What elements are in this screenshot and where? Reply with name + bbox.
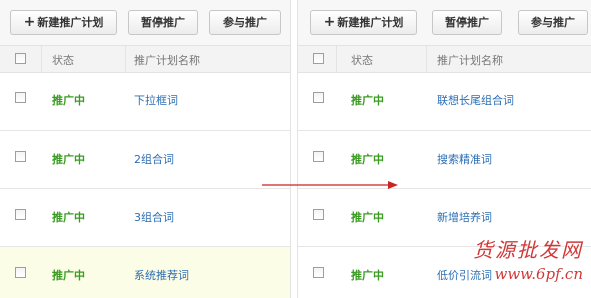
join-label: 参与推广 [531,16,575,29]
plan-name-link[interactable]: 搜索精准词 [437,151,492,167]
column-divider [336,46,337,72]
new-plan-label: 新建推广计划 [337,16,404,29]
plan-name-link[interactable]: 下拉框词 [134,92,178,108]
join-label: 参与推广 [223,16,267,29]
status-header: 状态 [351,54,373,67]
row-checkbox[interactable] [15,209,26,220]
new-plan-label: 新建推广计划 [37,16,104,29]
status-badge: 推广中 [52,269,85,282]
plan-name-header: 推广计划名称 [134,54,200,67]
row-checkbox[interactable] [313,209,324,220]
watermark: 货源批发网 www.6pf.cn [473,238,583,284]
table-row: 推广中 系统推荐词 [0,247,290,298]
plus-icon: + [23,14,36,30]
table-header: 状态 推广计划名称 [0,45,290,73]
plan-name-header: 推广计划名称 [437,54,503,67]
toolbar: + 新建推广计划 暂停推广 参与推广 [0,0,290,45]
pause-button[interactable]: 暂停推广 [128,10,198,35]
status-badge: 推广中 [52,94,85,107]
select-all-checkbox[interactable] [313,53,324,64]
status-badge: 推广中 [351,153,384,166]
table-row: 推广中 联想长尾组合词 [298,73,591,131]
status-header: 状态 [52,54,74,67]
status-badge: 推广中 [351,94,384,107]
watermark-url: www.6pf.cn [494,265,584,283]
row-checkbox[interactable] [313,92,324,103]
watermark-title: 货源批发网 [473,238,583,262]
plan-name-link[interactable]: 2组合词 [134,151,174,167]
row-checkbox[interactable] [313,151,324,162]
plan-name-link[interactable]: 3组合词 [134,209,174,225]
table-row: 推广中 下拉框词 [0,73,290,131]
join-button[interactable]: 参与推广 [518,10,588,35]
status-badge: 推广中 [52,153,85,166]
row-checkbox[interactable] [15,92,26,103]
right-arrow-icon [262,181,398,189]
row-checkbox[interactable] [15,267,26,278]
left-plan-panel: + 新建推广计划 暂停推广 参与推广 状态 推广计划名称 推广中 下拉框词 推广中… [0,0,291,298]
status-badge: 推广中 [52,211,85,224]
pause-label: 暂停推广 [141,16,185,29]
plan-name-link[interactable]: 联想长尾组合词 [437,92,514,108]
toolbar: + 新建推广计划 暂停推广 参与推广 [298,0,591,45]
column-divider [125,46,126,72]
pause-label: 暂停推广 [445,16,489,29]
join-button[interactable]: 参与推广 [209,10,281,35]
status-badge: 推广中 [351,269,384,282]
plan-name-link[interactable]: 新增培养词 [437,209,492,225]
plus-icon: + [323,14,336,30]
row-checkbox[interactable] [313,267,324,278]
select-all-checkbox[interactable] [15,53,26,64]
row-checkbox[interactable] [15,151,26,162]
table-row: 推广中 3组合词 [0,189,290,247]
pause-button[interactable]: 暂停推广 [432,10,502,35]
column-divider [426,46,427,72]
plan-name-link[interactable]: 系统推荐词 [134,267,189,283]
table-row: 推广中 2组合词 [0,131,290,189]
column-divider [41,46,42,72]
new-plan-button[interactable]: + 新建推广计划 [310,10,417,35]
new-plan-button[interactable]: + 新建推广计划 [10,10,117,35]
table-header: 状态 推广计划名称 [298,45,591,73]
status-badge: 推广中 [351,211,384,224]
